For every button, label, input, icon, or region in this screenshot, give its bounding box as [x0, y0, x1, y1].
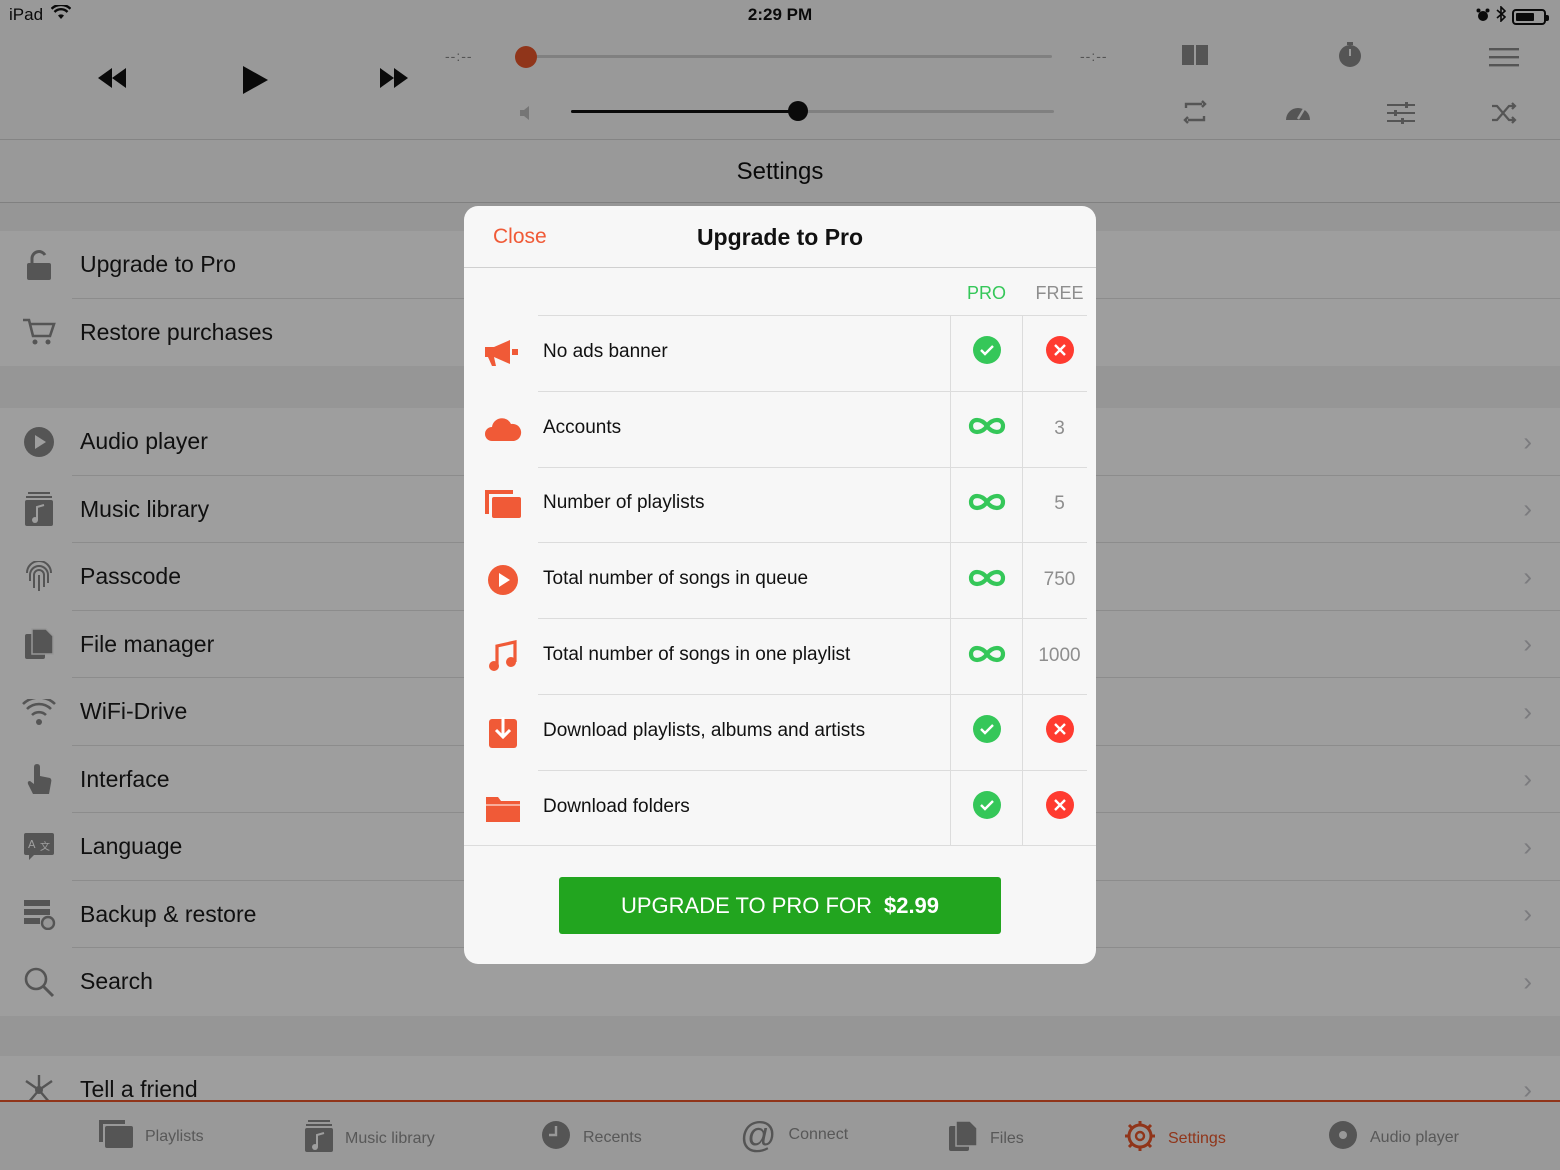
pro-value — [950, 390, 1023, 467]
infinity-icon — [968, 643, 1006, 670]
feature-row: Number of playlists 5 — [464, 466, 1096, 543]
upgrade-dialog: Close Upgrade to Pro PRO FREE No ads ban… — [464, 206, 1096, 964]
check-icon — [972, 335, 1002, 370]
megaphone-icon — [482, 332, 524, 374]
pro-column-header: PRO — [966, 283, 1006, 303]
feature-row: Total number of songs in queue 750 — [464, 542, 1096, 619]
download-icon — [482, 711, 524, 753]
feature-label: Total number of songs in one playlist — [543, 643, 851, 665]
infinity-icon — [968, 567, 1006, 594]
check-icon — [972, 790, 1002, 825]
infinity-icon — [968, 415, 1006, 442]
free-column-header: FREE — [1035, 283, 1084, 303]
free-value: 1000 — [1038, 645, 1081, 667]
feature-label: Total number of songs in queue — [543, 568, 809, 590]
dialog-footer: UPGRADE TO PRO FOR $2.99 — [464, 845, 1096, 964]
free-value — [1023, 770, 1096, 846]
pro-value — [950, 542, 1023, 619]
comparison-header: PRO FREE — [464, 268, 1096, 315]
feature-row: Download folders — [464, 769, 1096, 846]
pro-value — [950, 466, 1023, 543]
feature-label: Accounts — [543, 416, 622, 438]
feature-row: Total number of songs in one playlist 10… — [464, 618, 1096, 694]
feature-label: Number of playlists — [543, 492, 705, 514]
play-circle-icon — [482, 559, 524, 601]
cross-icon — [1045, 335, 1075, 371]
cross-icon — [1045, 790, 1075, 826]
pro-value — [950, 315, 1023, 391]
pro-value — [950, 618, 1023, 694]
feature-row: Download playlists, albums and artists — [464, 693, 1096, 770]
free-value: 750 — [1043, 569, 1076, 591]
folder-icon — [482, 787, 524, 829]
pro-value — [950, 769, 1023, 846]
infinity-icon — [968, 491, 1006, 518]
free-value — [1023, 694, 1096, 770]
dialog-header: Close Upgrade to Pro — [464, 206, 1096, 268]
feature-label: No ads banner — [543, 340, 668, 362]
feature-row: No ads banner — [464, 315, 1096, 391]
feature-row: Accounts 3 — [464, 390, 1096, 467]
feature-label: Download playlists, albums and artists — [543, 719, 866, 741]
purchase-button-label: UPGRADE TO PRO FOR — [620, 892, 872, 918]
purchase-price: $2.99 — [883, 892, 940, 918]
check-icon — [972, 714, 1002, 749]
free-value: 3 — [1054, 417, 1065, 439]
cloud-icon — [482, 408, 524, 450]
free-value: 5 — [1054, 493, 1065, 515]
dialog-title: Upgrade to Pro — [696, 224, 864, 250]
free-value — [1023, 315, 1096, 391]
pro-value — [950, 693, 1023, 770]
feature-table: No ads banner Accounts 3 Number of playl… — [464, 315, 1096, 846]
playlists-icon — [482, 483, 524, 525]
cross-icon — [1045, 714, 1075, 750]
upgrade-purchase-button[interactable]: UPGRADE TO PRO FOR $2.99 — [559, 877, 1001, 934]
music-note-icon — [482, 635, 524, 677]
feature-label: Download folders — [543, 795, 690, 817]
